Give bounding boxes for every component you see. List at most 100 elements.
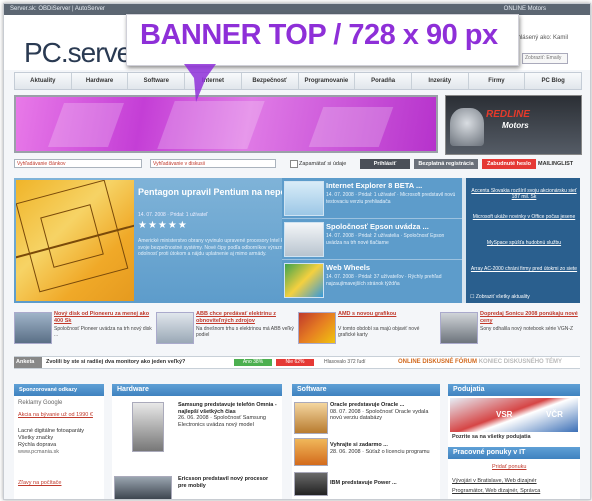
redline-ad-subtitle: Motors (502, 121, 529, 130)
news-row: Nový disk od Pioneeru za menej ako 400 S… (14, 309, 580, 347)
sponsored-text: Rýchla doprava (18, 442, 57, 448)
ticker-link[interactable]: Array AC-2000 chráni firmy pred útokmi z… (470, 266, 578, 272)
show-all-label: Zobraziť všetky aktuality (475, 294, 530, 300)
sponsored-text: Lacné digitálne fotoaparáty (18, 428, 85, 434)
news-desc: Sony odhalila nový notebook série VGN-Z (480, 326, 574, 332)
phone-thumb (132, 402, 164, 452)
news-title[interactable]: Nový disk od Pioneeru za menej ako 400 S… (54, 311, 152, 325)
nav-item-poradna[interactable]: Poradňa (355, 73, 412, 89)
news-title[interactable]: AMD s novou grafikou (338, 311, 436, 318)
news-item[interactable]: Nový disk od Pioneeru za menej ako 400 S… (14, 309, 154, 347)
bottom-columns: Sponzorované odkazy Reklamy Google Akcia… (14, 384, 580, 499)
poll-no-button[interactable]: Nie 62% (276, 359, 314, 366)
header-select[interactable]: Zobraziť: Emaily (522, 53, 568, 64)
list-item-title: Internet Explorer 8 BETA ... (326, 181, 423, 190)
discussion-search-input[interactable]: Vyhľadávanie v diskusii (150, 159, 276, 168)
nav-item-programovanie[interactable]: Programovanie (299, 73, 356, 89)
forum-label: ONLINE DISKUSNÉ FÓRUM (398, 359, 478, 365)
software-thumb (294, 402, 328, 434)
news-title[interactable]: ABB chce predávať elektrinu z obnoviteľn… (196, 311, 294, 325)
forum-link[interactable]: ONLINE DISKUSNÉ FÓRUM KONIEC DISKUSNÉHO … (398, 357, 562, 368)
logo-text: PC.server (24, 37, 140, 68)
software-article[interactable]: IBM predstavuje Power ... (330, 480, 438, 487)
article-meta: 26. 06. 2008 · Spoločnosť Samsung Electr… (178, 415, 266, 428)
hardware-header[interactable]: Hardware (112, 384, 282, 396)
sponsored-url[interactable]: www.pcmania.sk (18, 449, 102, 456)
forgot-password-button[interactable]: Zabudnuté heslo (482, 159, 536, 169)
ie-thumb (284, 181, 324, 216)
nav-item-inzeraty[interactable]: Inzeráty (412, 73, 469, 89)
article-meta: 08. 07. 2008 · Spoločnosť Oracle vydala … (330, 408, 429, 422)
site-logo[interactable]: PC.server (24, 37, 140, 69)
list-item-meta: 14. 07. 2008 · Pridal: 37 užívateľov · R… (326, 274, 442, 287)
article-title: IBM predstavuje Power ... (330, 480, 397, 486)
nav-item-software[interactable]: Software (128, 73, 186, 89)
software-article[interactable]: Oracle predstavuje Oracle ... 08. 07. 20… (330, 402, 438, 422)
news-desc: Spoločnosť Pioneer uvádza na trh nový di… (54, 326, 152, 338)
software-column: Software Oracle predstavuje Oracle ... 0… (292, 384, 440, 499)
sponsored-link[interactable]: Akcia na bývanie už od 1990 € (18, 412, 102, 419)
list-item-title: Web Wheels (326, 263, 371, 272)
login-button[interactable]: Prihlásiť (360, 159, 410, 169)
article-title: Ericsson predstavil nový procesor pre mo… (178, 476, 269, 489)
ticker-link[interactable]: Microsoft ukáže novinky v Office počas j… (470, 214, 578, 220)
sponsored-header: Sponzorované odkazy (14, 384, 104, 396)
nav-item-firmy[interactable]: Firmy (469, 73, 526, 89)
remember-checkbox[interactable] (290, 160, 298, 168)
events-banner[interactable]: VSR VČR (450, 398, 578, 432)
news-item[interactable]: ABB chce predávať elektrinu z obnoviteľn… (156, 309, 296, 347)
web-wheels-thumb (284, 263, 324, 298)
banner-callout-text: BANNER TOP / 728 x 90 px (140, 19, 498, 51)
ticker-link[interactable]: MySpace spúšťa hudobnú službu (470, 240, 578, 246)
nav-item-pc-blog[interactable]: PC Blog (525, 73, 581, 89)
sponsored-column: Sponzorované odkazy Reklamy Google Akcia… (14, 384, 104, 499)
news-item[interactable]: AMD s novou grafikou V tomto období sa m… (298, 309, 438, 347)
news-ticker: Accenta Slovakia rozšíril svoju akcionár… (466, 178, 580, 303)
job-link[interactable]: Programátor, Web dizajnér, Správca (452, 488, 578, 495)
software-header[interactable]: Software (292, 384, 440, 396)
news-item[interactable]: Dopredaj Sonicu 2008 ponúkaju nové ceny … (440, 309, 580, 347)
article-meta: 28. 06. 2008 · Súťaž o licenciu programu (330, 448, 430, 455)
news-desc: V tomto období sa majú objaviť nové graf… (338, 326, 420, 338)
top-bar-links[interactable]: Server.sk: OBDiServer | AutoServer (10, 6, 105, 12)
list-item[interactable]: Internet Explorer 8 BETA ... 14. 07. 200… (282, 178, 462, 219)
show-all-checkbox[interactable]: ☐ Zobraziť všetky aktuality (470, 294, 530, 300)
featured-cpu-image (16, 180, 134, 301)
list-item[interactable]: Spoločnosť Epson uvádza ... 14. 07. 2008… (282, 219, 462, 260)
list-item[interactable]: Web Wheels 14. 07. 2008 · Pridal: 37 uží… (282, 260, 462, 300)
printer-thumb (284, 222, 324, 257)
add-job-link[interactable]: Pridať ponuku (492, 464, 526, 471)
job-link[interactable]: Vývojári v Bratislave, Web dizajnér (452, 478, 578, 485)
hardware-article[interactable]: Ericsson predstavil nový procesor pre mo… (178, 476, 278, 489)
list-item-meta: 14. 07. 2008 · Pridal: 2 užívatelia · Sp… (326, 233, 445, 246)
ad-row: REDLINE Motors (14, 95, 582, 155)
redline-motors-ad[interactable]: REDLINE Motors (445, 95, 582, 155)
callout-arrow-icon (184, 64, 216, 102)
poll-question: Zvolili by ste si radšej dva monitory ak… (46, 359, 186, 365)
nav-item-hardware[interactable]: Hardware (72, 73, 129, 89)
events-column: Podujatia VSR VČR Pozrite sa na všetky p… (448, 384, 580, 499)
remember-label: Zapamätať si údaje (299, 161, 347, 167)
nav-item-aktuality[interactable]: Aktuality (15, 73, 72, 89)
poll-yes-button[interactable]: Áno 38% (234, 359, 272, 366)
article-search-input[interactable]: Vyhľadávanie článkov (14, 159, 142, 168)
ticker-link[interactable]: Accenta Slovakia rozšíril svoju akcionár… (470, 188, 578, 200)
news-title[interactable]: Dopredaj Sonicu 2008 ponúkaju nové ceny (480, 311, 578, 325)
nav-item-bezpecnost[interactable]: Bezpečnosť (242, 73, 299, 89)
sponsored-link[interactable]: Zľavy na počítače (18, 480, 102, 487)
featured-article[interactable]: Pentagon upravil Pentium na nepoznanie 1… (14, 178, 324, 303)
register-button[interactable]: Bezplatná registrácia (414, 159, 478, 169)
software-article[interactable]: Vyhrajte si zadarmo ... 28. 06. 2008 · S… (330, 442, 438, 455)
motorcycle-image (450, 108, 484, 146)
events-link[interactable]: Pozrite sa na všetky podujatia (452, 434, 578, 441)
purple-banner-ad[interactable] (14, 95, 438, 153)
cpu-thumb (114, 476, 172, 499)
jobs-header[interactable]: Pracovné ponuky v IT (448, 447, 580, 459)
events-header[interactable]: Podujatia (448, 384, 580, 396)
sponsored-text: Všetky značky (18, 435, 54, 441)
list-item-meta: 14. 07. 2008 · Pridal: 1 užívateľ · Micr… (326, 192, 456, 205)
featured-section: Pentagon upravil Pentium na nepoznanie 1… (14, 178, 580, 303)
mailinglist-link[interactable]: MAILINGLIST (538, 159, 573, 169)
redline-ad-title: REDLINE (486, 109, 530, 120)
hardware-article[interactable]: Samsung predstavuje telefón Omnia - najl… (178, 402, 278, 428)
